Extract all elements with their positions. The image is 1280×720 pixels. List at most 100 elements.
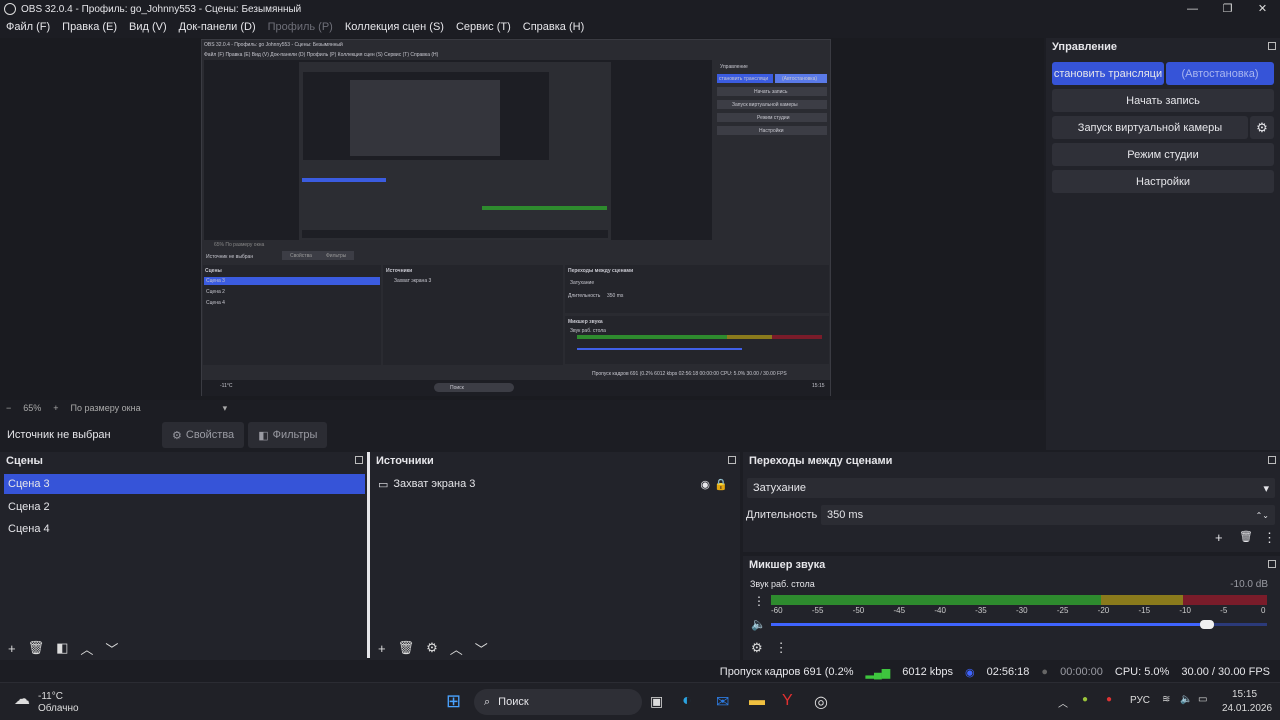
speaker-icon[interactable]: 🔈	[751, 617, 766, 631]
mini-nested-meter	[482, 206, 607, 210]
mail-icon[interactable]: ✉	[716, 692, 729, 712]
maximize-button[interactable]: ❐	[1210, 0, 1245, 18]
eye-icon[interactable]: ◉	[700, 478, 710, 491]
chevron-down-icon[interactable]: ▾	[223, 403, 228, 414]
menu-help[interactable]: Справка (H)	[523, 21, 584, 33]
filters-button[interactable]: ◧ Фильтры	[248, 422, 328, 448]
menu-profile[interactable]: Профиль (P)	[268, 21, 333, 33]
fps: 30.00 / 30.00 FPS	[1181, 666, 1270, 678]
scenes-toolbar: + 🗑 ◧ ︿ ﹀	[0, 636, 367, 660]
filter-icon[interactable]: ◧	[56, 640, 68, 656]
add-icon[interactable]: +	[378, 641, 386, 656]
channel-menu-icon[interactable]: ⋮	[753, 594, 765, 608]
obs-taskbar-icon[interactable]: ◎	[814, 692, 828, 712]
duration-input[interactable]: 350 ms ⌃⌄	[821, 505, 1275, 525]
chevron-down-icon[interactable]: ﹀	[475, 639, 488, 658]
menu-docks[interactable]: Док-панели (D)	[179, 21, 256, 33]
mini-meter-yellow	[727, 335, 772, 339]
stream-icon: ◉	[964, 666, 975, 679]
battery-icon[interactable]: ▭	[1198, 694, 1207, 705]
mini-nested-taskbar	[302, 230, 608, 238]
volume-icon[interactable]: 🔈	[1180, 694, 1192, 705]
virtual-camera-button[interactable]: Запуск виртуальной камеры	[1052, 116, 1248, 139]
meter-tick-label: -5	[1220, 606, 1228, 615]
properties-button[interactable]: ⚙ Свойства	[162, 422, 245, 448]
meter-tick-label: -60	[771, 606, 783, 615]
tray-record-icon[interactable]: ●	[1106, 694, 1112, 705]
start-icon[interactable]: ⊞	[446, 691, 461, 712]
tray-app-icon[interactable]: ●	[1082, 694, 1088, 705]
language-indicator[interactable]: РУС	[1130, 695, 1150, 706]
add-icon[interactable]: +	[1215, 530, 1223, 545]
transition-select[interactable]: Затухание ▾	[747, 478, 1275, 498]
scene-item[interactable]: Сцена 3	[4, 474, 365, 494]
float-dock-icon[interactable]	[1268, 456, 1276, 464]
clock-time[interactable]: 15:15	[1232, 689, 1257, 700]
mini-mixer-dock	[565, 316, 829, 364]
clock-date[interactable]: 24.01.2026	[1222, 703, 1272, 714]
yandex-icon[interactable]: Y	[782, 692, 793, 710]
scene-item[interactable]: Сцена 2	[4, 497, 365, 517]
minimize-button[interactable]: —	[1175, 0, 1210, 18]
zoom-fit-select[interactable]: По размеру окна	[71, 403, 141, 413]
weather-icon[interactable]: ☁	[14, 689, 30, 709]
mini-desktop-audio: Звук раб. стола	[570, 328, 606, 334]
mini-no-source: Источник не выбран	[206, 254, 254, 260]
menu-tools[interactable]: Сервис (T)	[456, 21, 511, 33]
float-dock-icon[interactable]	[1268, 42, 1276, 50]
menu-file[interactable]: Файл (F)	[6, 21, 50, 33]
volume-fill	[771, 623, 1208, 626]
trash-icon[interactable]: 🗑	[398, 640, 415, 656]
meter-ticks: -60 -55 -50 -45 -40 -35 -30 -25 -20 -15 -10 -5 0	[771, 606, 1267, 616]
virtual-camera-settings-icon[interactable]: ⚙	[1250, 116, 1274, 139]
mini-scene-3: Сцена 3	[206, 278, 225, 284]
mini-scene-4: Сцена 4	[206, 300, 225, 306]
studio-mode-button[interactable]: Режим студии	[1052, 143, 1274, 166]
task-view-icon[interactable]: ▣	[650, 693, 663, 710]
menu-scene-collection[interactable]: Коллекция сцен (S)	[345, 21, 444, 33]
tray-expand-icon[interactable]: ︿	[1058, 695, 1068, 710]
source-item[interactable]: ▭ Захват экрана 3 ◉ 🔒	[374, 474, 736, 494]
volume-handle[interactable]	[1200, 620, 1215, 629]
chevron-down-icon[interactable]: ﹀	[105, 639, 118, 658]
filters-label: Фильтры	[272, 429, 318, 441]
preview-canvas[interactable]: OBS 32.0.4 - Профиль: go Johnny553 - Сце…	[201, 39, 831, 396]
gear-icon[interactable]: ⚙	[426, 640, 438, 656]
spinner-icon[interactable]: ⌃⌄	[1256, 511, 1269, 520]
zoom-bar: − 65% + По размеру окна ▾	[0, 400, 1044, 416]
taskbar-search[interactable]: ⌕ Поиск	[474, 689, 642, 715]
edge-icon[interactable]: ◐	[682, 692, 692, 710]
zoom-in-button[interactable]: +	[53, 403, 58, 413]
mini-weather: -11°C	[220, 383, 233, 389]
start-record-button[interactable]: Начать запись	[1052, 89, 1274, 112]
channel-name: Звук раб. стола	[750, 579, 815, 589]
float-dock-icon[interactable]	[355, 456, 363, 464]
float-dock-icon[interactable]	[1268, 560, 1276, 568]
mini-nested-selected	[302, 178, 386, 182]
close-button[interactable]: ✕	[1245, 0, 1280, 18]
settings-button[interactable]: Настройки	[1052, 170, 1274, 193]
gear-icon[interactable]: ⚙	[751, 640, 763, 656]
stop-stream-button[interactable]: становить трансляци	[1052, 62, 1164, 85]
zoom-out-button[interactable]: −	[6, 403, 11, 413]
menu-edit[interactable]: Правка (E)	[62, 21, 117, 33]
menu-view[interactable]: Вид (V)	[129, 21, 167, 33]
volume-slider[interactable]	[771, 620, 1267, 629]
trash-icon[interactable]: 🗑	[28, 640, 45, 656]
more-icon[interactable]: ⋮	[775, 640, 788, 656]
wifi-icon[interactable]: ≋	[1162, 694, 1170, 705]
lock-icon[interactable]: 🔒	[714, 478, 728, 491]
auto-stop-button[interactable]: (Автостановка)	[1166, 62, 1274, 85]
folder-icon[interactable]: ▬	[749, 692, 765, 710]
gear-icon: ⚙	[172, 429, 182, 442]
chevron-up-icon[interactable]: ︿	[450, 639, 463, 658]
chevron-up-icon[interactable]: ︿	[80, 639, 93, 658]
scene-item[interactable]: Сцена 4	[4, 519, 365, 539]
mini-scenes-title: Сцены	[205, 268, 222, 274]
more-icon[interactable]: ⋮	[1263, 530, 1276, 546]
mini-nested-window	[350, 80, 500, 156]
add-icon[interactable]: +	[8, 641, 16, 656]
trash-icon[interactable]: 🗑	[1239, 530, 1253, 543]
float-dock-icon[interactable]	[728, 456, 736, 464]
properties-label: Свойства	[185, 429, 235, 441]
